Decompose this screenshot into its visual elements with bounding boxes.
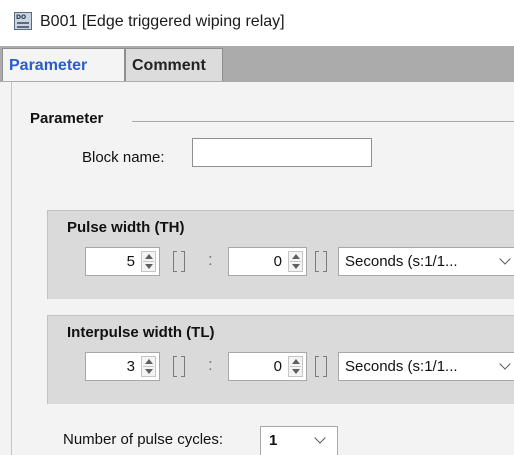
title-bar: DO B001 [Edge triggered wiping relay] xyxy=(0,0,514,46)
spin-arrows-icon[interactable] xyxy=(141,251,156,272)
parameter-reference-icon[interactable] xyxy=(172,251,186,272)
time-separator: : xyxy=(208,355,213,374)
interpulse-width-value-1: 3 xyxy=(126,358,135,375)
time-separator: : xyxy=(208,250,213,269)
pulse-width-title: Pulse width (TH) xyxy=(67,219,185,236)
window-title: B001 [Edge triggered wiping relay] xyxy=(40,13,285,30)
pulse-width-spinner-2[interactable]: 0 xyxy=(228,247,307,276)
chevron-down-icon xyxy=(314,432,326,444)
pulse-cycles-value: 1 xyxy=(269,432,278,449)
parameter-section-title: Parameter xyxy=(30,110,104,127)
interpulse-width-group: Interpulse width (TL) 3 : 0 Seconds (s:1… xyxy=(47,315,514,404)
parameter-reference-icon[interactable] xyxy=(314,356,328,377)
parameter-reference-icon[interactable] xyxy=(314,251,328,272)
spin-arrows-icon[interactable] xyxy=(141,356,156,377)
pulse-width-unit-select[interactable]: Seconds (s:1/1... xyxy=(338,247,514,276)
pulse-width-group: Pulse width (TH) 5 : 0 Seconds (s:1/1... xyxy=(47,210,514,299)
spin-arrows-icon[interactable] xyxy=(288,251,303,272)
pulse-cycles-select[interactable]: 1 xyxy=(260,426,338,455)
chevron-down-icon xyxy=(499,358,511,370)
interpulse-width-unit: Seconds (s:1/1... xyxy=(345,358,458,375)
pulse-cycles-label: Number of pulse cycles: xyxy=(63,431,224,448)
chevron-down-icon xyxy=(499,253,511,265)
parameter-reference-icon[interactable] xyxy=(172,356,186,377)
interpulse-width-spinner-2[interactable]: 0 xyxy=(228,352,307,381)
spin-arrows-icon[interactable] xyxy=(288,356,303,377)
interpulse-width-spinner-1[interactable]: 3 xyxy=(85,352,160,381)
block-name-input[interactable] xyxy=(192,138,372,167)
pulse-width-unit: Seconds (s:1/1... xyxy=(345,253,458,270)
tab-strip: Parameter Comment xyxy=(0,46,514,83)
interpulse-width-title: Interpulse width (TL) xyxy=(67,324,215,341)
tab-comment[interactable]: Comment xyxy=(125,48,223,81)
pulse-width-spinner-1[interactable]: 5 xyxy=(85,247,160,276)
pulse-width-value-2: 0 xyxy=(273,253,282,270)
section-divider xyxy=(132,121,514,122)
interpulse-width-value-2: 0 xyxy=(273,358,282,375)
pulse-width-value-1: 5 xyxy=(126,253,135,270)
tab-parameter[interactable]: Parameter xyxy=(2,48,125,81)
block-name-label: Block name: xyxy=(82,149,165,166)
panel-divider xyxy=(11,82,12,455)
function-block-icon: DO xyxy=(14,12,32,30)
interpulse-width-unit-select[interactable]: Seconds (s:1/1... xyxy=(338,352,514,381)
